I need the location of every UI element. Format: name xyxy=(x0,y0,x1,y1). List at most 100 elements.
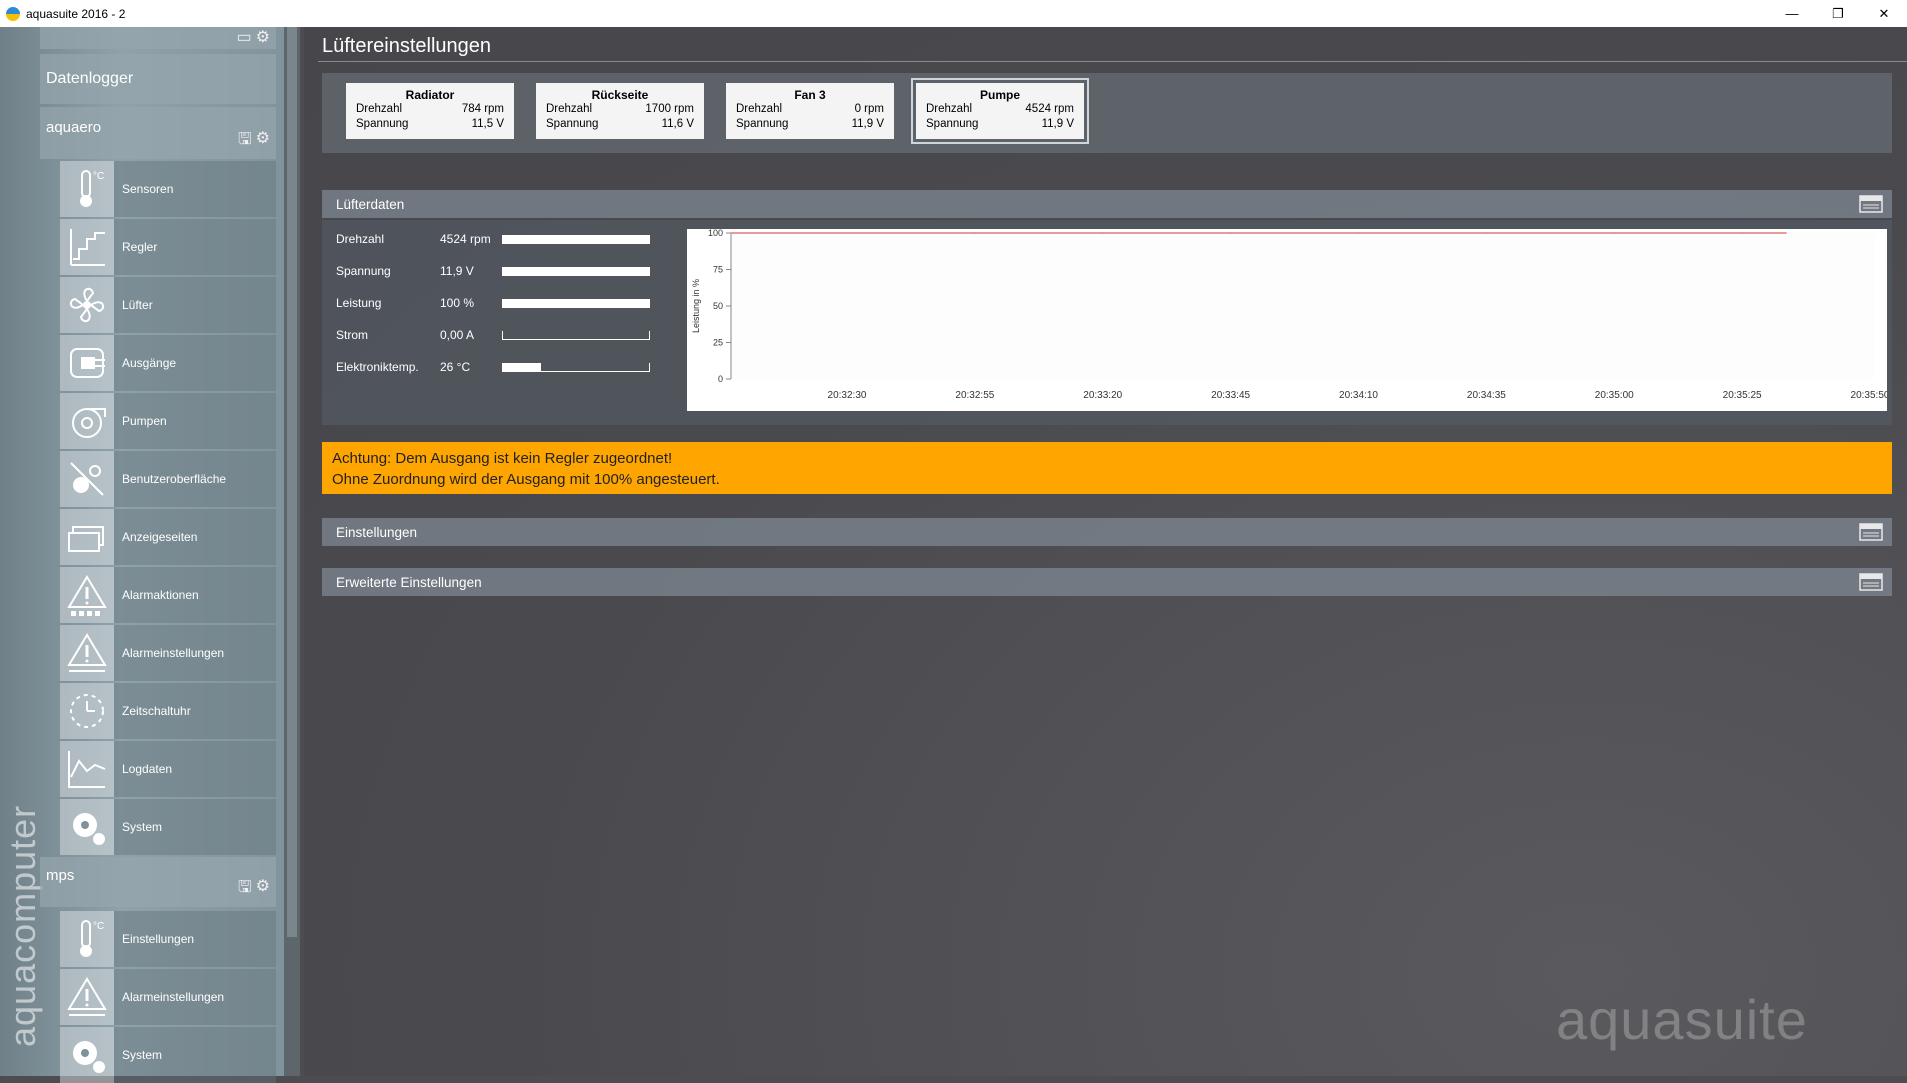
collapse-icon[interactable] xyxy=(1858,194,1884,214)
warning-line-2: Ohne Zuordnung wird der Ausgang mit 100%… xyxy=(332,471,720,488)
sidebar-item-system[interactable]: System xyxy=(60,799,276,855)
page-title: Lüftereinstellungen xyxy=(322,35,492,57)
collapse-icon[interactable] xyxy=(1858,522,1884,542)
section-advanced-header[interactable]: Erweiterte Einstellungen xyxy=(322,568,1892,596)
sidebar-scroll-thumb[interactable] xyxy=(287,27,297,937)
alarm-settings-icon xyxy=(60,625,114,681)
fan-rpm-value: 784 rpm xyxy=(461,103,504,115)
x-tick-label: 20:35:00 xyxy=(1595,390,1634,401)
svg-text:°C: °C xyxy=(93,921,104,932)
sidebar-item-datenlogger[interactable]: Datenlogger xyxy=(40,54,276,104)
save-icon[interactable]: 🖫 xyxy=(238,128,252,155)
sidebar-top-partial: ▭ ⚙ xyxy=(40,27,276,49)
fandata-row: Strom 0,00 A xyxy=(336,326,676,344)
fan-rpm-value: 1700 rpm xyxy=(645,103,694,115)
fan-card[interactable]: Radiator Drehzahl 784 rpm Spannung 11,5 V xyxy=(346,83,514,139)
data-point xyxy=(1613,232,1616,234)
plot-area xyxy=(731,233,1875,379)
fan-rpm-value: 0 rpm xyxy=(854,103,884,115)
section-settings-title: Einstellungen xyxy=(336,524,418,540)
y-tick-label: 0 xyxy=(718,374,723,384)
fandata-level-bar xyxy=(502,330,650,340)
section-advanced-title: Erweiterte Einstellungen xyxy=(336,574,482,590)
fan-rpm-value: 4524 rpm xyxy=(1025,103,1074,115)
fandata-row: Spannung 11,9 V xyxy=(336,262,676,280)
sidebar-item-label: Zeitschaltuhr xyxy=(114,683,276,739)
save-icon[interactable]: 🖫 xyxy=(238,876,252,903)
fan-rpm-label: Drehzahl xyxy=(736,103,783,115)
fan-name: Radiator xyxy=(405,88,455,102)
device-label-mps: mps xyxy=(46,867,75,884)
thermometer-icon: °C xyxy=(60,161,114,217)
sidebar-item-label: Pumpen xyxy=(114,393,276,449)
sidebar-item-label: Sensoren xyxy=(114,161,276,217)
brand-vertical: aquacomputer xyxy=(2,804,43,1047)
fan-voltage-label: Spannung xyxy=(926,118,979,130)
fan-rpm-label: Drehzahl xyxy=(356,103,403,115)
fan-card[interactable]: Fan 3 Drehzahl 0 rpm Spannung 11,9 V xyxy=(726,83,894,139)
timer-icon xyxy=(60,683,114,739)
y-tick-label: 50 xyxy=(713,301,723,311)
device-group-aquaero[interactable]: aquaero 🖫 ⚙ xyxy=(40,107,276,159)
sidebar-item-label: System xyxy=(114,1027,276,1083)
fandata-value: 26 °C xyxy=(440,360,471,374)
window-titlebar: aquasuite 2016 - 2 — ❐ ✕ xyxy=(0,0,1907,27)
y-tick-label: 75 xyxy=(713,265,723,275)
gear-icon xyxy=(60,1027,114,1083)
section-fandata-header[interactable]: Lüfterdaten xyxy=(322,190,1892,218)
fandata-value: 11,9 V xyxy=(440,264,474,278)
fan-icon xyxy=(60,277,114,333)
fandata-value: 4524 rpm xyxy=(440,232,491,246)
sidebar-item-pumpen[interactable]: Pumpen xyxy=(60,393,276,449)
sidebar-item-system[interactable]: System xyxy=(60,1027,276,1083)
gear-icon[interactable]: ⚙ xyxy=(256,876,270,903)
sidebar-item-regler[interactable]: Regler xyxy=(60,219,276,275)
sidebar: aquacomputer ▭ ⚙ Datenlogger aquaero 🖫 ⚙… xyxy=(0,27,300,1083)
sidebar-item-benutzeroberfl-che[interactable]: Benutzeroberfläche xyxy=(60,451,276,507)
fan-card[interactable]: Rückseite Drehzahl 1700 rpm Spannung 11,6 V xyxy=(536,83,704,139)
fan-voltage-value: 11,9 V xyxy=(1041,118,1074,130)
minimize-button[interactable]: — xyxy=(1769,0,1815,27)
sidebar-item-ausg-nge[interactable]: Ausgänge xyxy=(60,335,276,391)
sidebar-item-label: Anzeigeseiten xyxy=(114,509,276,565)
gear-icon[interactable]: ⚙ xyxy=(256,27,270,47)
fan-selector-strip: Radiator Drehzahl 784 rpm Spannung 11,5 V Rüc… xyxy=(322,73,1892,153)
data-point xyxy=(974,232,976,234)
section-fandata-title: Lüfterdaten xyxy=(336,196,405,212)
sidebar-item-l-fter[interactable]: Lüfter xyxy=(60,277,276,333)
sidebar-item-alarmaktionen[interactable]: Alarmaktionen xyxy=(60,567,276,623)
sidebar-item-label: System xyxy=(114,799,276,855)
sidebar-item-alarmeinstellungen[interactable]: Alarmeinstellungen xyxy=(60,969,276,1025)
sidebar-item-alarmeinstellungen[interactable]: Alarmeinstellungen xyxy=(60,625,276,681)
fan-rpm-label: Drehzahl xyxy=(926,103,973,115)
close-button[interactable]: ✕ xyxy=(1861,0,1907,27)
fan-card[interactable]: Pumpe Drehzahl 4524 rpm Spannung 11,9 V xyxy=(911,78,1089,144)
controller-curve-icon xyxy=(60,219,114,275)
sidebar-item-einstellungen[interactable]: °C Einstellungen xyxy=(60,911,276,967)
x-tick-label: 20:33:20 xyxy=(1083,390,1122,401)
aquasuite-watermark: aquasuite xyxy=(1556,988,1808,1051)
datenlogger-label: Datenlogger xyxy=(46,70,134,87)
sidebar-item-zeitschaltuhr[interactable]: Zeitschaltuhr xyxy=(60,683,276,739)
gear-icon[interactable]: ⚙ xyxy=(256,128,270,155)
section-settings-header[interactable]: Einstellungen xyxy=(322,518,1892,546)
monitor-icon[interactable]: ▭ xyxy=(237,27,252,47)
fandata-label: Strom xyxy=(336,328,369,342)
x-tick-label: 20:34:35 xyxy=(1467,390,1506,401)
fandata-panel: Drehzahl 4524 rpm Spannung 11,9 V Leistung 10… xyxy=(322,220,1892,425)
device-group-mps[interactable]: mps 🖫 ⚙ xyxy=(40,857,276,907)
title-divider xyxy=(318,61,1907,62)
fandata-label: Elektroniktemp. xyxy=(336,360,419,374)
collapse-icon[interactable] xyxy=(1858,572,1884,592)
x-tick-label: 20:35:25 xyxy=(1723,390,1762,401)
sidebar-item-anzeigeseiten[interactable]: Anzeigeseiten xyxy=(60,509,276,565)
fan-voltage-label: Spannung xyxy=(356,118,409,130)
fan-voltage-label: Spannung xyxy=(546,118,599,130)
fandata-row: Leistung 100 % xyxy=(336,294,676,312)
fandata-level-bar xyxy=(502,298,650,308)
sidebar-item-sensoren[interactable]: °C Sensoren xyxy=(60,161,276,217)
fan-name: Fan 3 xyxy=(794,88,826,102)
restore-button[interactable]: ❐ xyxy=(1815,0,1861,27)
sidebar-item-logdaten[interactable]: Logdaten xyxy=(60,741,276,797)
x-tick-label: 20:32:55 xyxy=(955,390,994,401)
